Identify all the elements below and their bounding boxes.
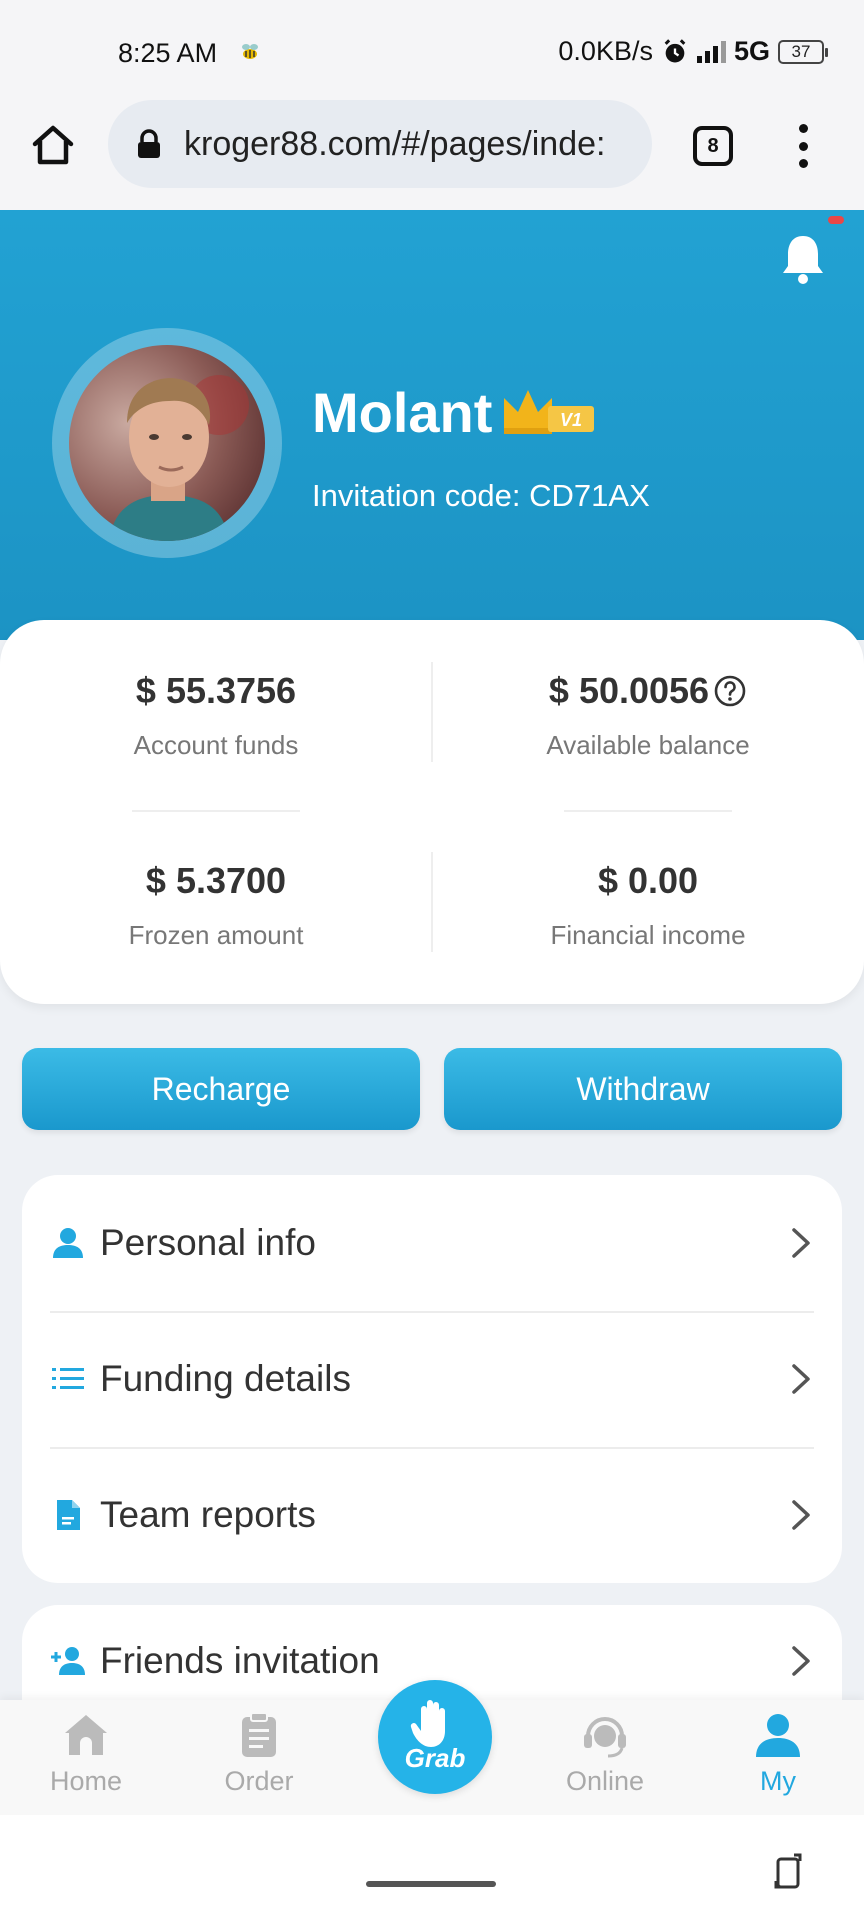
clipboard-icon (242, 1712, 276, 1757)
home-icon (65, 1715, 107, 1755)
add-person-icon (51, 1647, 85, 1675)
browser-toolbar: kroger88.com/#/pages/inde: 8 (0, 100, 864, 210)
home-icon[interactable] (28, 120, 78, 170)
chevron-right-icon (792, 1500, 810, 1530)
profile-header: Molant V1 Invitation code: CD71AX (0, 210, 864, 640)
rotate-icon[interactable] (770, 1851, 806, 1891)
battery-icon: 37 (778, 39, 828, 64)
net-speed: 0.0KB/s (558, 36, 653, 66)
menu-item-label: Personal info (100, 1222, 316, 1263)
invitation-code[interactable]: Invitation code: CD71AX (312, 478, 650, 514)
recharge-button[interactable]: Recharge (22, 1048, 420, 1130)
person-icon (756, 1714, 800, 1757)
nav-online[interactable]: Online (545, 1710, 665, 1797)
status-bar: 8:25 AM 0.0KB/s 5G 37 (0, 0, 864, 100)
menu-item-label: Friends invitation (100, 1640, 380, 1681)
browser-menu-icon[interactable] (788, 122, 818, 170)
alarm-icon (664, 38, 686, 62)
frozen-amount-stat: $ 5.3700 Frozen amount (0, 860, 432, 951)
account-funds-stat: $ 55.3756 Account funds (0, 670, 432, 761)
headset-icon (584, 1717, 626, 1758)
url-text: kroger88.com/#/pages/inde: (184, 124, 606, 163)
available-balance-value: $ 50.0056 (548, 670, 710, 711)
chevron-right-icon (792, 1646, 810, 1676)
person-icon (53, 1228, 83, 1258)
network-type: 5G (733, 36, 770, 66)
vip-level: V1 (560, 410, 582, 430)
document-icon (57, 1500, 80, 1530)
avatar-photo (69, 345, 265, 541)
grab-label: Grab (404, 1742, 466, 1773)
account-funds-value: $ 55.3756 (135, 670, 297, 711)
frozen-amount-label: Frozen amount (128, 920, 304, 950)
tab-switcher-button[interactable]: 8 (693, 126, 733, 166)
nav-order[interactable]: Order (199, 1710, 319, 1797)
financial-income-value: $ 0.00 (597, 860, 699, 901)
nav-online-label: Online (565, 1766, 645, 1796)
frozen-amount-value: $ 5.3700 (145, 860, 287, 901)
menu-item-personal-info[interactable]: Personal info (50, 1175, 814, 1311)
withdraw-button[interactable]: Withdraw (444, 1048, 842, 1130)
financial-income-stat: $ 0.00 Financial income (432, 860, 864, 951)
divider (132, 810, 300, 812)
nav-order-label: Order (224, 1766, 294, 1796)
status-time: 8:25 AM (118, 38, 218, 68)
status-right: 0.0KB/s 5G 37 (558, 36, 828, 67)
chevron-right-icon (792, 1228, 810, 1258)
home-gesture-bar[interactable] (366, 1881, 496, 1887)
avatar[interactable] (52, 328, 282, 558)
list-icon (52, 1368, 84, 1389)
bee-notification-icon (242, 44, 258, 59)
notification-dot (828, 216, 844, 224)
help-icon[interactable] (713, 674, 747, 708)
battery-level: 37 (791, 41, 811, 61)
nav-home[interactable]: Home (26, 1710, 146, 1797)
menu-item-label: Team reports (100, 1494, 316, 1535)
system-nav-bar (0, 1815, 864, 1920)
nav-my[interactable]: My (718, 1710, 838, 1797)
menu-card: Personal info Funding details Team repor… (22, 1175, 842, 1583)
balance-card: $ 55.3756 Account funds $ 50.0056 Availa… (0, 620, 864, 1004)
bell-icon[interactable] (778, 230, 828, 286)
divider (431, 662, 433, 762)
chevron-right-icon (792, 1364, 810, 1394)
divider (564, 810, 732, 812)
signal-icon (696, 40, 726, 63)
grab-button[interactable]: Grab (378, 1680, 492, 1794)
menu-item-label: Funding details (100, 1358, 351, 1399)
address-bar[interactable]: kroger88.com/#/pages/inde: (108, 100, 652, 188)
menu-item-team-reports[interactable]: Team reports (50, 1447, 814, 1583)
nav-my-label: My (760, 1766, 796, 1796)
available-balance-stat: $ 50.0056 Available balance (432, 670, 864, 761)
menu-item-funding-details[interactable]: Funding details (50, 1311, 814, 1447)
account-funds-label: Account funds (133, 730, 299, 760)
available-balance-label: Available balance (546, 730, 750, 760)
vip-crown-icon: V1 (504, 390, 594, 434)
financial-income-label: Financial income (550, 920, 746, 950)
nav-home-label: Home (49, 1766, 123, 1796)
tab-count: 8 (707, 134, 719, 157)
lock-icon (138, 129, 160, 158)
username: Molant (312, 381, 493, 444)
